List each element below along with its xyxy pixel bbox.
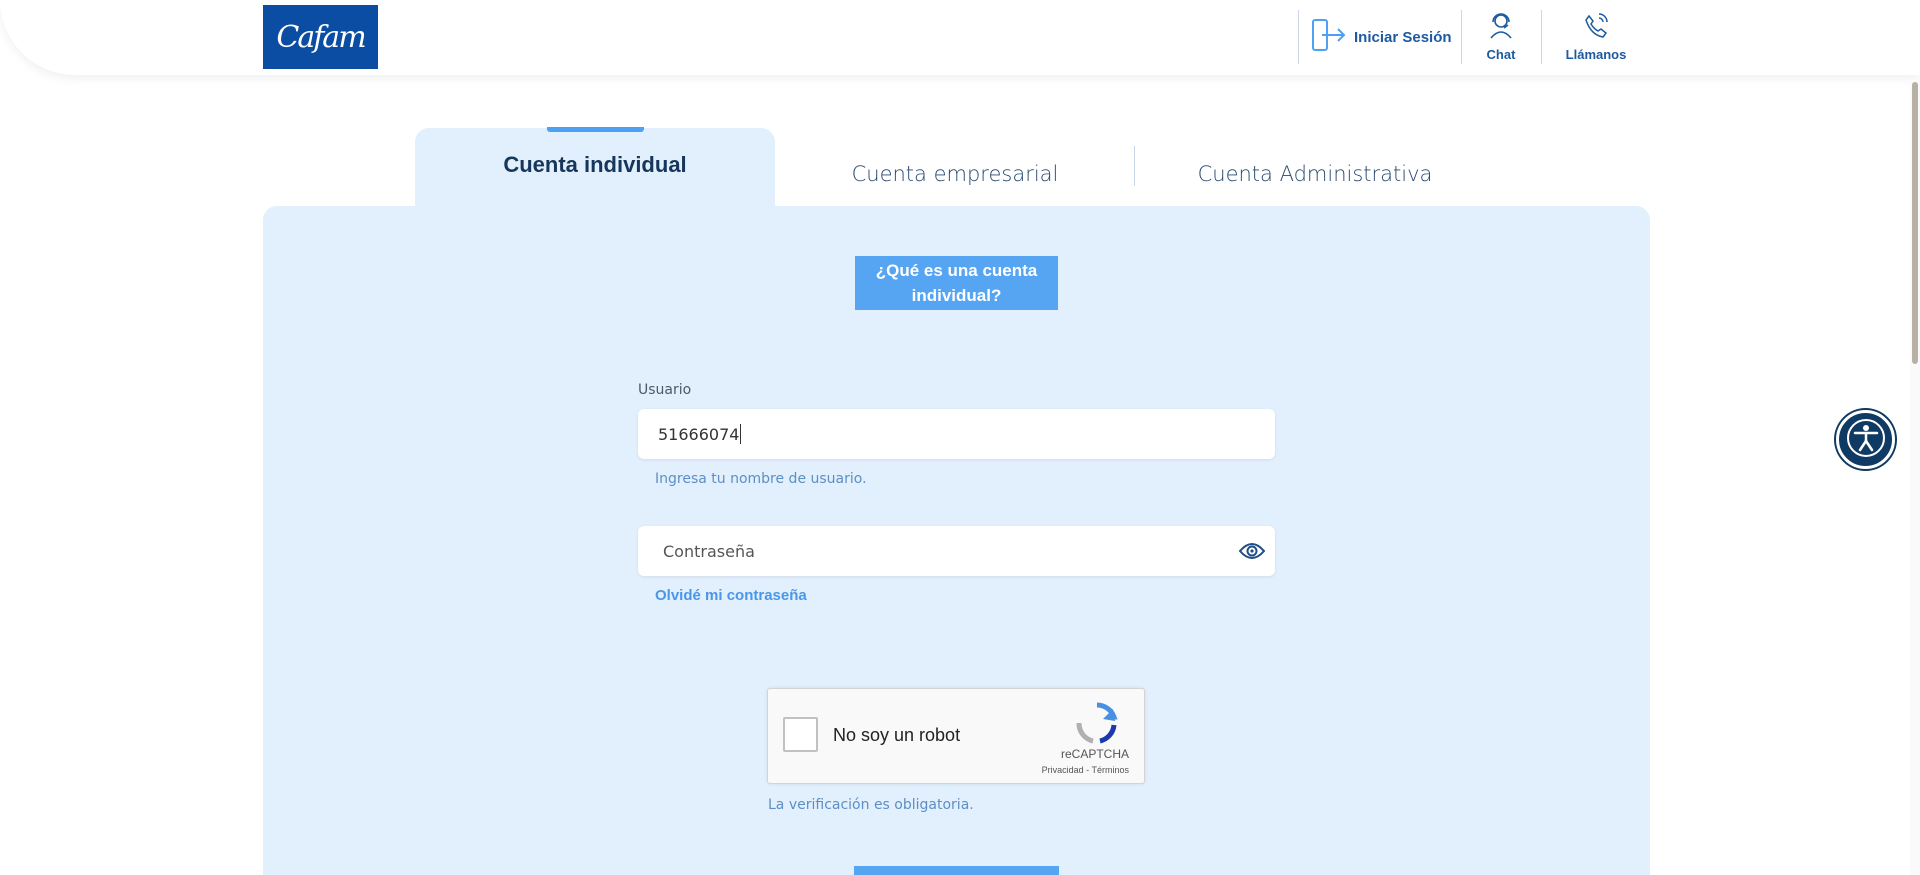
password-field[interactable]: Contraseña <box>638 526 1275 576</box>
recaptcha-links: Privacidad - Términos <box>1042 765 1129 775</box>
tab-cuenta-individual[interactable]: Cuenta individual <box>415 128 775 208</box>
accessibility-button[interactable] <box>1836 410 1895 469</box>
active-tab-indicator <box>547 127 644 132</box>
username-field[interactable]: 51666074 <box>638 409 1275 459</box>
tab-cuenta-administrativa[interactable]: Cuenta Administrativa <box>1135 150 1495 198</box>
call-label: Llámanos <box>1565 47 1627 62</box>
chat-button[interactable]: Chat <box>1461 10 1541 64</box>
submit-button[interactable] <box>854 866 1059 875</box>
recaptcha-logo-icon <box>1075 701 1119 749</box>
text-caret <box>740 424 742 444</box>
tab-label: Cuenta individual <box>503 152 687 177</box>
recaptcha-label: No soy un robot <box>833 725 961 745</box>
page-scrollbar[interactable] <box>1910 80 1920 875</box>
accessibility-person-icon <box>1846 418 1886 462</box>
tab-label: Cuenta empresarial <box>851 162 1059 186</box>
tab-cuenta-empresarial[interactable]: Cuenta empresarial <box>775 150 1135 198</box>
phone-ringing-icon <box>1581 10 1611 44</box>
recaptcha-checkbox[interactable] <box>783 717 818 752</box>
cafam-logo[interactable]: Cafam <box>263 5 378 69</box>
username-hint: Ingresa tu nombre de usuario. <box>655 471 867 487</box>
tab-label: Cuenta Administrativa <box>1197 162 1433 186</box>
eye-icon[interactable] <box>1238 539 1266 567</box>
call-button[interactable]: Llámanos <box>1556 10 1636 64</box>
recaptcha-privacy-link[interactable]: Privacidad <box>1042 765 1084 775</box>
header-divider <box>1298 10 1299 64</box>
what-is-individual-account-button[interactable]: ¿Qué es una cuenta individual? <box>855 256 1058 310</box>
recaptcha-brand: reCAPTCHA <box>1060 747 1129 761</box>
username-label: Usuario <box>638 382 692 398</box>
captcha-required-message: La verificación es obligatoria. <box>768 797 974 813</box>
username-value: 51666074 <box>658 424 740 444</box>
header-divider <box>1541 10 1542 64</box>
forgot-password-link[interactable]: Olvidé mi contraseña <box>655 587 807 604</box>
logo-text: Cafam <box>276 19 366 55</box>
recaptcha-widget: No soy un robot reCAPTCHA Privacidad - T… <box>767 688 1145 784</box>
login-button[interactable]: Iniciar Sesión <box>1310 17 1452 57</box>
door-exit-icon <box>1310 16 1348 58</box>
scrollbar-thumb[interactable] <box>1912 82 1918 364</box>
recaptcha-terms-link[interactable]: Términos <box>1091 765 1129 775</box>
password-placeholder: Contraseña <box>663 541 755 561</box>
chat-label: Chat <box>1486 47 1516 62</box>
login-label: Iniciar Sesión <box>1354 28 1452 46</box>
headset-agent-icon <box>1486 10 1516 44</box>
top-header: Cafam Iniciar Sesión Chat Llámanos <box>0 0 1920 75</box>
